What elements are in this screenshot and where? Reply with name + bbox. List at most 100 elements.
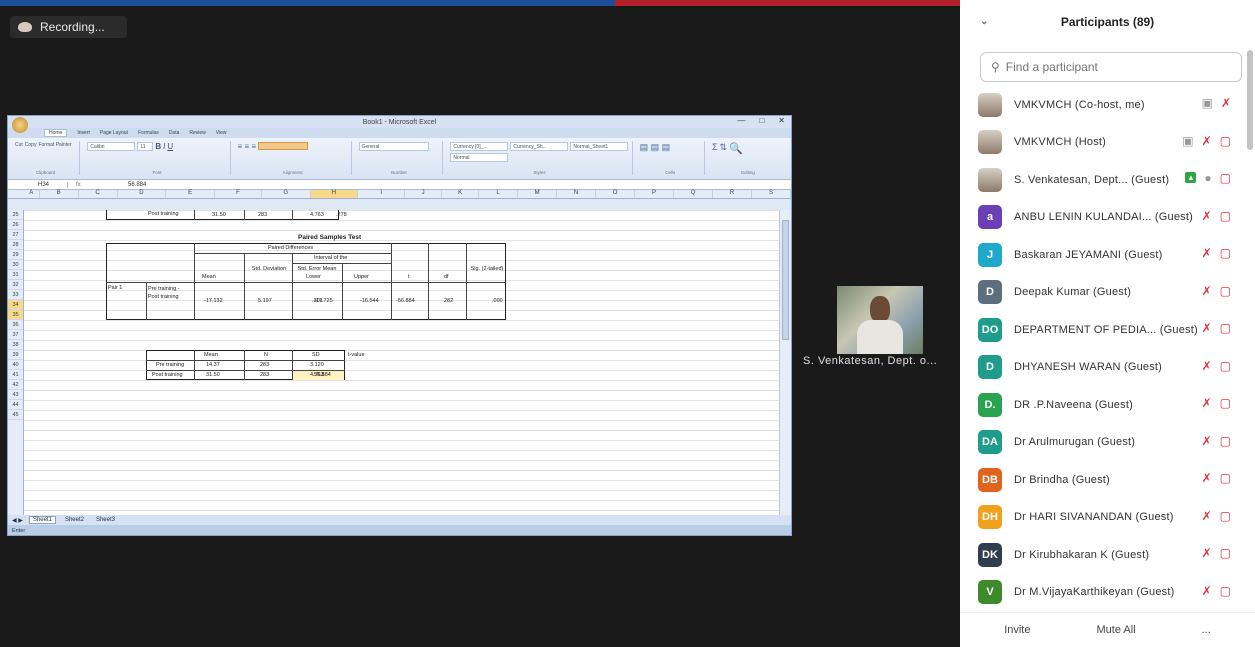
cell-f25[interactable]: 283	[258, 212, 267, 218]
sum-row2-n[interactable]: 283	[260, 372, 269, 378]
column-header-k[interactable]: K	[442, 190, 480, 198]
val-upper[interactable]: -16.544	[360, 298, 379, 304]
column-header-i[interactable]: I	[358, 190, 406, 198]
val-std-deviation[interactable]: 5.197	[258, 298, 272, 304]
video-off-icon[interactable]: ▢	[1220, 359, 1231, 373]
column-header-a[interactable]: A	[24, 190, 40, 198]
tab-home[interactable]: Home	[44, 129, 68, 137]
row-header-42[interactable]: 42	[8, 380, 23, 390]
insert-delete-format-icons[interactable]: ▤ ▤ ▤	[640, 142, 671, 153]
video-off-icon[interactable]: ▢	[1220, 134, 1231, 148]
participant-row[interactable]: D Deepak Kumar (Guest) ✗ ▢	[960, 274, 1247, 312]
cell-d25[interactable]: Post training	[148, 211, 179, 217]
copy-button[interactable]: Copy	[25, 142, 37, 148]
italic-icon[interactable]: I	[163, 142, 165, 151]
autosum-icon[interactable]: Σ	[712, 142, 718, 155]
mic-muted-icon[interactable]: ✗	[1202, 546, 1212, 560]
style-currency-0[interactable]: Currency [0]_...	[450, 142, 509, 151]
name-box[interactable]: H34	[8, 181, 68, 188]
mic-muted-icon[interactable]: ✗	[1202, 434, 1212, 448]
participant-row[interactable]: S. Venkatesan, Dept... (Guest) ▲ ● ▢	[960, 161, 1247, 199]
row-header-35[interactable]: 35	[8, 310, 23, 320]
sum-row2-t[interactable]: 56.884	[296, 372, 331, 378]
column-header-o[interactable]: O	[596, 190, 636, 198]
participant-row[interactable]: J Baskaran JEYAMANI (Guest) ✗ ▢	[960, 236, 1247, 274]
sum-row2-label[interactable]: Post training	[152, 372, 183, 378]
sum-row1-mean[interactable]: 14.37	[206, 362, 220, 368]
video-off-icon[interactable]: ▢	[1220, 546, 1231, 560]
font-size-select[interactable]: 11	[137, 142, 154, 151]
find-select-icon[interactable]: 🔍	[729, 142, 743, 155]
column-header-b[interactable]: B	[40, 190, 79, 198]
close-button[interactable]: ✕	[778, 116, 785, 125]
val-mean[interactable]: -17.132	[204, 298, 223, 304]
column-header-f[interactable]: F	[215, 190, 262, 198]
row-header-39[interactable]: 39	[8, 350, 23, 360]
participant-row[interactable]: V Dr M.VijayaKarthikeyan (Guest) ✗ ▢	[960, 574, 1247, 611]
cut-button[interactable]: Cut	[15, 142, 23, 148]
column-header-q[interactable]: Q	[674, 190, 714, 198]
participant-row[interactable]: DO DEPARTMENT OF PEDIA... (Guest) ✗ ▢	[960, 311, 1247, 349]
office-button-icon[interactable]	[12, 117, 28, 133]
column-header-p[interactable]: P	[635, 190, 675, 198]
number-format-select[interactable]: General	[358, 142, 429, 151]
column-header-r[interactable]: R	[713, 190, 752, 198]
video-off-icon[interactable]: ▢	[1220, 209, 1231, 223]
participant-row[interactable]: VMKVMCH (Co-host, me) ▣ ✗	[960, 86, 1247, 124]
video-off-icon[interactable]: ▢	[1220, 171, 1231, 185]
video-off-icon[interactable]: ▢	[1220, 584, 1231, 598]
tab-view[interactable]: View	[216, 130, 227, 136]
sheet-nav-icons[interactable]: ◀ ▶	[12, 517, 23, 524]
tab-data[interactable]: Data	[169, 130, 180, 136]
mic-muted-icon[interactable]: ✗	[1202, 396, 1212, 410]
participant-row[interactable]: VMKVMCH (Host) ▣ ✗ ▢	[960, 124, 1247, 162]
row-header-38[interactable]: 38	[8, 340, 23, 350]
row-header-40[interactable]: 40	[8, 360, 23, 370]
column-header-d[interactable]: D	[118, 190, 167, 198]
sum-row1-label[interactable]: Pre training	[156, 362, 184, 368]
spreadsheet-grid[interactable]: 25 26 27 28 29 30 31 32 33 34 35 36 37 38 39 40 41 42 43 44…	[8, 210, 780, 515]
column-header-n[interactable]: N	[557, 190, 597, 198]
presenter-video[interactable]	[837, 286, 923, 354]
panel-scrollbar[interactable]	[1247, 50, 1253, 150]
video-off-icon[interactable]: ▢	[1220, 246, 1231, 260]
mic-muted-icon[interactable]: ✗	[1202, 321, 1212, 335]
search-input[interactable]	[1005, 60, 1226, 74]
row-header-33[interactable]: 33	[8, 290, 23, 300]
column-header-s[interactable]: S	[752, 190, 791, 198]
row-header-25[interactable]: 25	[8, 210, 23, 220]
underline-icon[interactable]: U	[167, 142, 173, 151]
row-header-29[interactable]: 29	[8, 250, 23, 260]
pair-label[interactable]: Pair 1	[108, 285, 122, 291]
participant-row[interactable]: D DHYANESH WARAN (Guest) ✗ ▢	[960, 349, 1247, 387]
bold-icon[interactable]: B	[155, 142, 161, 151]
mic-muted-icon[interactable]: ✗	[1202, 584, 1212, 598]
recording-indicator[interactable]: Recording...	[10, 16, 127, 38]
vertical-scrollbar[interactable]	[779, 210, 791, 515]
row-header-26[interactable]: 26	[8, 220, 23, 230]
sum-row1-sd[interactable]: 3.120	[310, 362, 324, 368]
cell-h25[interactable]: .278	[336, 212, 347, 218]
tab-page-layout[interactable]: Page Layout	[100, 130, 128, 136]
invite-button[interactable]: Invite	[996, 620, 1038, 640]
font-name-select[interactable]: Calibri	[87, 142, 136, 151]
participant-row[interactable]: DK Dr Kirubhakaran K (Guest) ✗ ▢	[960, 536, 1247, 574]
row-header-45[interactable]: 45	[8, 410, 23, 420]
mic-muted-icon[interactable]: ✗	[1221, 96, 1231, 110]
column-header-m[interactable]: M	[518, 190, 558, 198]
video-off-icon[interactable]: ▢	[1220, 284, 1231, 298]
participant-row[interactable]: a ANBU LENIN KULANDAI... (Guest) ✗ ▢	[960, 199, 1247, 237]
row-header-30[interactable]: 30	[8, 260, 23, 270]
column-header-e[interactable]: E	[166, 190, 216, 198]
mute-all-button[interactable]: Mute All	[1088, 620, 1143, 640]
row-header-27[interactable]: 27	[8, 230, 23, 240]
scroll-thumb[interactable]	[782, 220, 789, 340]
video-off-icon[interactable]: ▢	[1220, 509, 1231, 523]
style-normal[interactable]: Normal	[450, 153, 509, 162]
column-header-h[interactable]: H	[310, 190, 359, 198]
row-header-34[interactable]: 34	[8, 300, 23, 310]
tab-formulas[interactable]: Formulas	[138, 130, 159, 136]
row-header-31[interactable]: 31	[8, 270, 23, 280]
val-sig[interactable]: .000	[492, 298, 503, 304]
column-header-j[interactable]: J	[405, 190, 443, 198]
